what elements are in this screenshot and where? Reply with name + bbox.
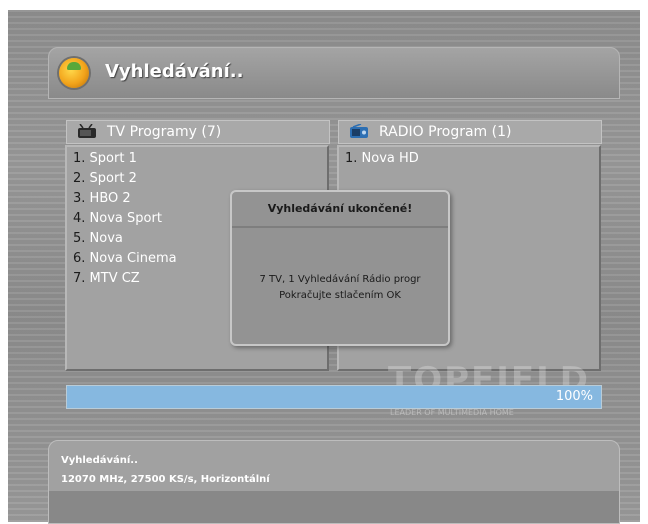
list-item[interactable]: 7. MTV CZ	[73, 269, 140, 289]
list-item[interactable]: 2. Sport 2	[73, 169, 137, 189]
tv-icon	[78, 124, 96, 138]
dialog-summary: 7 TV, 1 Vyhledávání Rádio progr	[259, 274, 421, 285]
list-item[interactable]: 6. Nova Cinema	[73, 249, 177, 269]
dialog-title: Vyhledávání ukončené!	[232, 192, 448, 228]
transponder-info: 12070 MHz, 27500 KS/s, Horizontální	[61, 474, 270, 485]
status-text: Vyhledávání..	[61, 455, 138, 466]
info-box: Vyhledávání.. 12070 MHz, 27500 KS/s, Hor…	[48, 440, 620, 524]
tv-panel-header: TV Programy (7)	[66, 120, 330, 144]
radio-panel-title: RADIO Program (1)	[379, 124, 512, 140]
list-item[interactable]: 1. Sport 1	[73, 149, 137, 169]
title-bar: Vyhledávání..	[48, 47, 620, 99]
brand-tagline: LEADER OF MULTIMEDIA HOME	[390, 408, 514, 417]
radio-panel-header: RADIO Program (1)	[338, 120, 602, 144]
list-item[interactable]: 5. Nova	[73, 229, 123, 249]
tv-panel-title: TV Programy (7)	[107, 124, 222, 140]
info-box-footer	[49, 491, 619, 523]
page-title: Vyhledávání..	[105, 61, 244, 82]
list-item[interactable]: 4. Nova Sport	[73, 209, 162, 229]
progress-percent: 100%	[555, 389, 593, 404]
radio-icon	[350, 124, 368, 138]
search-globe-icon	[59, 58, 89, 88]
list-item[interactable]: 1. Nova HD	[345, 149, 419, 169]
progress-fill	[67, 386, 601, 408]
dialog-instruction: Pokračujte stlačením OK	[279, 290, 401, 301]
tv-screen: Vyhledávání.. TV Programy (7) RADIO Prog…	[8, 10, 640, 524]
scan-progress-bar: 100%	[66, 385, 602, 409]
list-item[interactable]: 3. HBO 2	[73, 189, 131, 209]
scan-complete-dialog[interactable]: Vyhledávání ukončené! 7 TV, 1 Vyhledáván…	[230, 190, 450, 346]
